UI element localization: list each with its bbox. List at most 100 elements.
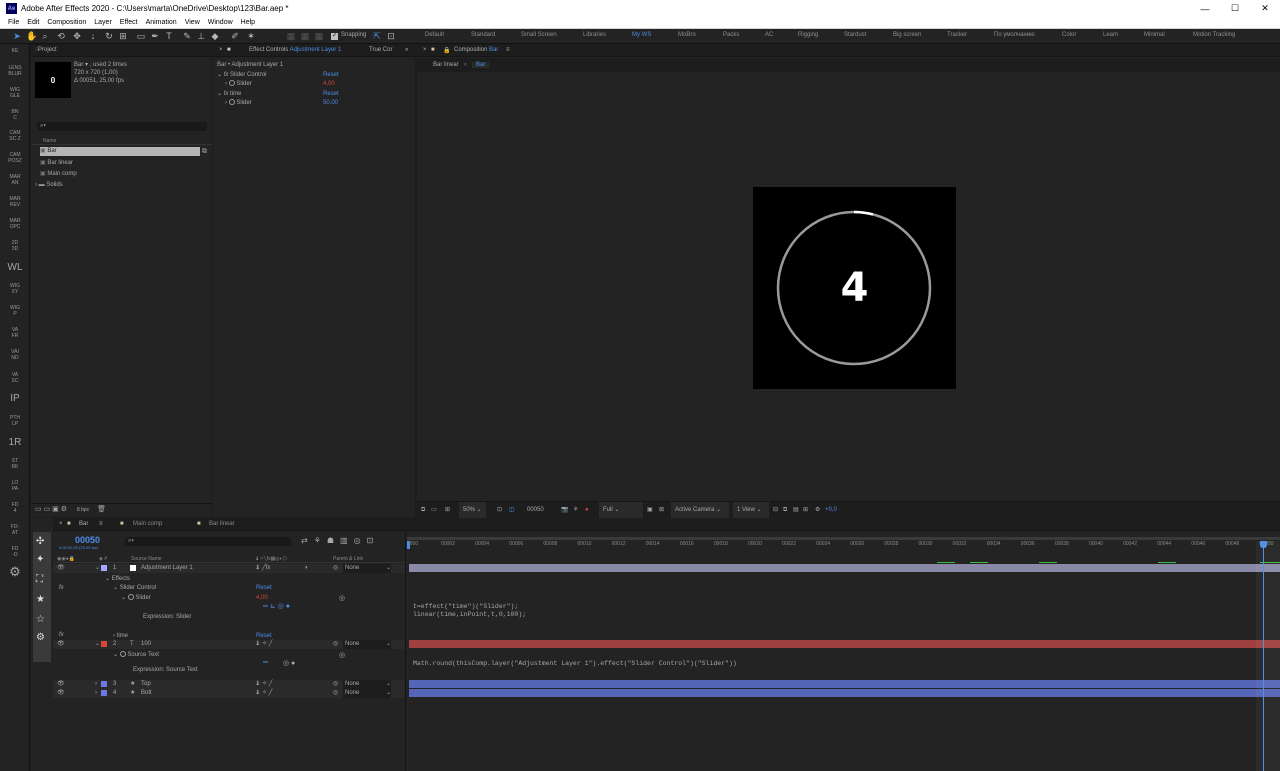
timeline-tab-main-comp[interactable]: Main comp xyxy=(133,521,162,527)
comp-flowchart-icon[interactable]: ⊞ xyxy=(803,502,808,518)
motion-blur-icon[interactable]: ◎ xyxy=(354,536,367,545)
col-parent-link[interactable]: Parent & Link xyxy=(333,555,363,563)
stopwatch-icon[interactable] xyxy=(228,99,235,106)
orbit-camera-icon[interactable]: ⟲ xyxy=(56,31,66,41)
script-button-va-sc[interactable]: VA SC xyxy=(0,372,30,384)
layer-switches[interactable]: ♝ ✧ ╱ xyxy=(255,640,272,649)
true-comp-tab[interactable]: True Cor xyxy=(369,47,392,53)
visibility-eye-icon[interactable]: 👁 xyxy=(57,640,65,649)
gear-tool-icon[interactable]: ⚙ xyxy=(36,632,45,643)
pickwhip-icon[interactable]: ◎ xyxy=(339,651,345,659)
visibility-eye-icon[interactable]: 👁 xyxy=(57,689,65,698)
crumb-bar[interactable]: Bar xyxy=(472,62,490,68)
timeline-tab-bar[interactable]: Bar xyxy=(79,521,88,527)
flowchart-icon[interactable]: ⧉ xyxy=(783,502,787,518)
menu-file[interactable]: File xyxy=(8,19,19,26)
visibility-eye-icon[interactable]: 👁 xyxy=(57,680,65,689)
expression-editor-source-text[interactable]: Math.round(thisComp.layer("Adjustment La… xyxy=(413,660,737,667)
script-button-mar-opc[interactable]: MAR OPC xyxy=(0,218,30,230)
timeline-divider[interactable] xyxy=(405,532,406,771)
exposure-value[interactable]: +0,0 xyxy=(825,502,837,518)
workspace-small-screen[interactable]: Small Screen xyxy=(521,32,557,38)
timeline-icon[interactable]: ▤ xyxy=(793,502,799,518)
layer-3-bar[interactable] xyxy=(409,680,1280,688)
zoom-tool-icon[interactable]: ⌕ xyxy=(40,31,50,41)
show-channel-icon[interactable]: ⚘ xyxy=(573,502,578,518)
trash-icon[interactable]: 🗑 xyxy=(97,506,106,513)
menu-help[interactable]: Help xyxy=(241,19,255,26)
time-slider-value[interactable]: 50,00 xyxy=(323,98,338,108)
panel-menu-icon[interactable]: ≡ xyxy=(506,47,510,53)
layer-row-3[interactable]: 👁 › 3 ★ Top ♝ ✧ ╱ ◎ None ⌄ xyxy=(53,680,405,689)
composition-tab[interactable]: Composition Bar xyxy=(454,47,498,53)
selection-tool-icon[interactable]: ➤ xyxy=(12,31,22,41)
slider-value[interactable]: 4,00 xyxy=(323,79,335,89)
project-item-bar[interactable]: ▣ Bar xyxy=(40,147,200,156)
menu-animation[interactable]: Animation xyxy=(146,19,177,26)
workspace-ac[interactable]: AC xyxy=(765,32,773,38)
star-tool-icon[interactable]: ★ xyxy=(36,594,45,605)
comp-viewer[interactable]: 4 xyxy=(417,72,1280,501)
puppet-tool-icon[interactable]: ✶ xyxy=(246,31,256,41)
stopwatch-icon[interactable] xyxy=(228,80,235,87)
snapping-checkbox[interactable]: ✓ xyxy=(331,33,338,40)
layer-row-1[interactable]: 👁 ⌄ 1 Adjustment Layer 1 ♝ ╱fx ◐ ◎ None ⌄ xyxy=(53,564,405,573)
pickwhip-icon[interactable]: ◎ xyxy=(333,564,338,573)
parent-select[interactable]: None ⌄ xyxy=(343,640,391,649)
timeline-tracks[interactable]: 0000 00002 00004 00006 00008 00010 00012 00014 0… xyxy=(407,532,1280,771)
script-button-vai-nd[interactable]: VAI ND xyxy=(0,349,30,361)
script-button-ip[interactable]: IP xyxy=(0,394,30,404)
script-button-2d-3d[interactable]: 2D 3D xyxy=(0,240,30,252)
fast-previews-icon[interactable]: ▣ xyxy=(647,502,653,518)
script-button-fd-4[interactable]: FD 4 xyxy=(0,502,30,514)
pickwhip-icon[interactable]: ◎ xyxy=(333,689,338,698)
workspace-big-screen[interactable]: Big screen xyxy=(893,32,921,38)
layer-label-color[interactable] xyxy=(101,690,107,696)
rectangle-tool-icon[interactable]: ▭ xyxy=(136,31,146,41)
move-tool-icon[interactable]: ✣ xyxy=(36,536,44,547)
script-button-st-rk[interactable]: ST RK xyxy=(0,458,30,470)
shy-icon[interactable]: ☗ xyxy=(327,536,340,545)
minimize-button[interactable]: — xyxy=(1190,0,1220,17)
anchor-tool-icon[interactable]: ⊞ xyxy=(118,31,128,41)
close-tab-icon[interactable]: × xyxy=(59,521,63,527)
timeline-search-input[interactable]: ⌕▾ xyxy=(125,537,291,546)
workspace-rigging[interactable]: Rigging xyxy=(798,32,818,38)
script-button-bnc[interactable]: BN C xyxy=(0,109,30,121)
project-item-main-comp[interactable]: ▣ Main comp xyxy=(40,169,212,179)
layer-label-color[interactable] xyxy=(101,565,107,571)
script-button-lo-pa[interactable]: LO PA xyxy=(0,480,30,492)
effect-time-slider-row[interactable]: › Slider 50,00 xyxy=(225,98,415,108)
visibility-eye-icon[interactable]: 👁 xyxy=(57,564,65,573)
graph-editor-icon[interactable]: ⊡ xyxy=(367,536,380,545)
frame-blending-icon[interactable]: ▥ xyxy=(340,536,354,545)
layer-name[interactable]: Adjustment Layer 1 xyxy=(141,564,193,573)
adjustment-switch-icon[interactable]: ◐ xyxy=(305,564,309,573)
script-button-wig-xy[interactable]: WIG XY xyxy=(0,283,30,295)
toggle-transparency-icon[interactable]: ⊠ xyxy=(659,502,664,518)
layer-name[interactable]: Bott xyxy=(141,689,152,698)
menu-edit[interactable]: Edit xyxy=(27,19,39,26)
align-icon[interactable]: ▦ xyxy=(286,31,296,41)
pickwhip-icon[interactable]: ◎ xyxy=(333,640,338,649)
timeline-timecode[interactable]: 00050 xyxy=(75,535,100,545)
workspace-tracker[interactable]: Tracker xyxy=(947,32,967,38)
3d-renderer-icon[interactable]: ⊟ xyxy=(773,502,778,518)
view-layout-select[interactable]: 1 View ⌄ xyxy=(733,502,769,518)
pickwhip-icon[interactable]: ◎ xyxy=(339,594,345,602)
script-button-lens-blur[interactable]: LENS BLUR xyxy=(0,65,30,77)
work-area-bar[interactable] xyxy=(407,537,1280,540)
script-button-pth-lp[interactable]: PTH LP xyxy=(0,415,30,427)
flowchart-icon[interactable]: ⧉ xyxy=(202,148,207,156)
close-tab-icon[interactable]: × xyxy=(219,47,223,53)
world-axis-icon[interactable]: ▦ xyxy=(314,31,324,41)
workspace-standard[interactable]: Standard xyxy=(471,32,495,38)
parent-select[interactable]: None ⌄ xyxy=(343,680,391,689)
workspace-stardust[interactable]: Stardust xyxy=(844,32,866,38)
col-source-name[interactable]: Source Name xyxy=(131,555,162,563)
more-tabs-icon[interactable]: » xyxy=(405,47,408,53)
pen-tool-icon[interactable]: ✒ xyxy=(150,31,160,41)
pan-camera-icon[interactable]: ✥ xyxy=(72,31,82,41)
comp-mini-flowchart-icon[interactable]: ⇄ xyxy=(301,536,314,545)
work-area-start-icon[interactable] xyxy=(407,541,410,549)
